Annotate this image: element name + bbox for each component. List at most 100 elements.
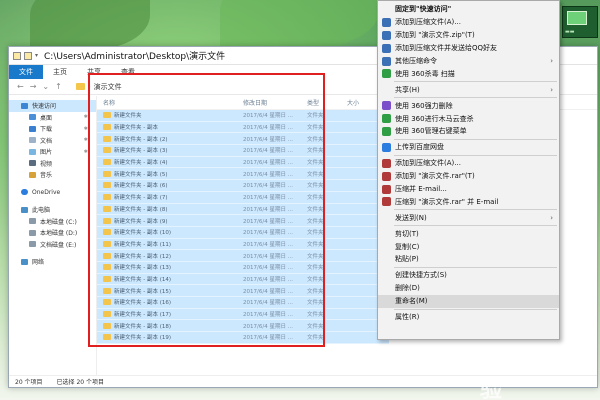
- menu-separator: [394, 138, 557, 140]
- column-header-name[interactable]: 名称: [97, 98, 237, 107]
- menu-item[interactable]: 添加到压缩文件(A)...: [378, 157, 559, 170]
- tab-file[interactable]: 文件: [9, 65, 43, 79]
- file-type: 文件夹: [307, 230, 324, 237]
- sidebar-item-this-pc[interactable]: 此电脑: [9, 204, 96, 216]
- menu-item[interactable]: 复制(C): [378, 240, 559, 253]
- archive-icon: [382, 184, 391, 194]
- table-row[interactable]: 新建文件夹 - 副本 (13) 2017/6/4 星期日 ... 文件夹: [97, 261, 389, 274]
- tab-view[interactable]: 查看: [111, 65, 145, 79]
- forward-arrow-icon[interactable]: →: [30, 82, 37, 91]
- leaf-shape: [30, 0, 150, 50]
- menu-item[interactable]: 剪切(T): [378, 227, 559, 240]
- file-type: 文件夹: [307, 125, 324, 132]
- new-folder-icon[interactable]: [24, 51, 32, 60]
- address-bar[interactable]: › 演示文件: [75, 82, 122, 92]
- menu-item[interactable]: 添加到压缩文件并发送给QQ好友: [378, 42, 559, 55]
- file-name-cell: 新建文件夹: [97, 111, 237, 119]
- menu-item-label: 上传到百度网盘: [395, 143, 444, 152]
- column-header-date[interactable]: 修改日期: [237, 98, 301, 107]
- menu-item[interactable]: 使用 360强力删除: [378, 99, 559, 112]
- table-row[interactable]: 新建文件夹 - 副本 (12) 2017/6/4 星期日 ... 文件夹: [97, 250, 389, 262]
- table-row[interactable]: 新建文件夹 - 副本 (4) 2017/6/4 星期日 ... 文件夹: [97, 156, 389, 169]
- menu-item[interactable]: 使用 360杀毒 扫描: [378, 67, 559, 80]
- chevron-down-icon[interactable]: ▾: [35, 52, 38, 60]
- sidebar-item-desktop[interactable]: 桌面 ✱: [9, 112, 96, 124]
- table-row[interactable]: 新建文件夹 - 副本 (15) 2017/6/4 星期日 ... 文件夹: [97, 285, 389, 297]
- menu-item-label: 压缩到 "演示文件.rar" 并 E-mail: [395, 197, 499, 206]
- table-row[interactable]: 新建文件夹 - 副本 (11) 2017/6/4 星期日 ... 文件夹: [97, 238, 389, 251]
- table-row[interactable]: 新建文件夹 - 副本 (3) 2017/6/4 星期日 ... 文件夹: [97, 145, 389, 157]
- table-row[interactable]: 新建文件夹 - 副本 2017/6/4 星期日 ... 文件夹: [97, 121, 389, 134]
- up-arrow-icon[interactable]: ↑: [55, 82, 62, 91]
- menu-item[interactable]: 使用 360管理右键菜单: [378, 125, 559, 138]
- folder-icon: [103, 252, 111, 259]
- tab-share[interactable]: 共享: [77, 65, 111, 79]
- menu-item[interactable]: 使用 360进行木马云查杀: [378, 112, 559, 125]
- menu-item-label: 共享(H): [395, 85, 420, 94]
- menu-item[interactable]: 添加到压缩文件(A)...: [378, 16, 559, 29]
- column-header-type[interactable]: 类型: [301, 98, 341, 107]
- menu-item[interactable]: 共享(H) ›: [378, 83, 559, 96]
- menu-item-label: 其他压缩命令: [395, 57, 437, 65]
- table-row[interactable]: 新建文件夹 - 副本 (5) 2017/6/4 星期日 ... 文件夹: [97, 168, 389, 181]
- desktop-widget[interactable]: ▬▬: [562, 6, 598, 38]
- sidebar-item-onedrive[interactable]: OneDrive: [9, 187, 96, 199]
- folder-icon: [103, 287, 111, 294]
- sidebar-item-drive-e[interactable]: 文档磁盘 (E:): [9, 239, 96, 251]
- sidebar-item-label: 图片: [40, 149, 53, 157]
- context-menu: 固定到"快速访问" 添加到压缩文件(A)... 添加到 "演示文件.zip"(T) 添…: [377, 0, 560, 340]
- table-row[interactable]: 新建文件夹 - 副本 (7) 2017/6/4 星期日 ... 文件夹: [97, 191, 389, 204]
- column-header-size[interactable]: 大小: [341, 98, 381, 107]
- table-row[interactable]: 新建文件夹 2017/6/4 星期日 ... 文件夹: [97, 110, 389, 122]
- menu-item-label: 固定到"快速访问": [395, 5, 452, 14]
- menu-item[interactable]: 添加到 "演示文件.rar"(T): [378, 170, 559, 183]
- menu-separator: [394, 97, 557, 99]
- menu-item[interactable]: 压缩并 E-mail...: [378, 183, 559, 196]
- menu-item[interactable]: 发送到(N) ›: [378, 211, 559, 224]
- sidebar-item-quick-access[interactable]: 快速访问: [9, 100, 96, 112]
- table-row[interactable]: 新建文件夹 - 副本 (16) 2017/6/4 星期日 ... 文件夹: [97, 297, 389, 309]
- table-row[interactable]: 新建文件夹 - 副本 (9) 2017/6/4 星期日 ... 文件夹: [97, 215, 389, 227]
- menu-item[interactable]: 创建快捷方式(S): [378, 269, 559, 282]
- table-row[interactable]: 新建文件夹 - 副本 (17) 2017/6/4 星期日 ... 文件夹: [97, 308, 389, 321]
- menu-item[interactable]: 上传到百度网盘: [378, 141, 559, 154]
- properties-icon[interactable]: [13, 51, 21, 60]
- sidebar-item-drive-d[interactable]: 本地磁盘 (D:): [9, 227, 96, 239]
- table-row[interactable]: 新建文件夹 - 副本 (18) 2017/6/4 星期日 ... 文件夹: [97, 320, 389, 333]
- back-arrow-icon[interactable]: ←: [17, 82, 24, 91]
- menu-item[interactable]: 属性(R): [378, 311, 559, 324]
- table-row[interactable]: 新建文件夹 - 副本 (8) 2017/6/4 星期日 ... 文件夹: [97, 203, 389, 216]
- folder-icon: [103, 170, 111, 177]
- file-date: 2017/6/4 星期日 ...: [243, 335, 293, 342]
- table-row[interactable]: 新建文件夹 - 副本 (10) 2017/6/4 星期日 ... 文件夹: [97, 226, 389, 239]
- star-icon: [21, 102, 28, 109]
- chevron-down-icon[interactable]: ⌄: [42, 82, 49, 91]
- menu-item[interactable]: 固定到"快速访问": [378, 3, 559, 16]
- menu-item[interactable]: 删除(D): [378, 282, 559, 295]
- sidebar-item-documents[interactable]: 文档 ✱: [9, 135, 96, 147]
- tab-home[interactable]: 主页: [43, 65, 77, 79]
- menu-item[interactable]: 压缩到 "演示文件.rar" 并 E-mail: [378, 195, 559, 208]
- sidebar-item-drive-c[interactable]: 本地磁盘 (C:): [9, 216, 96, 228]
- menu-item[interactable]: 重命名(M): [378, 294, 559, 308]
- sidebar-item-label: 文档磁盘 (E:): [40, 241, 77, 249]
- archive-icon: [382, 197, 391, 207]
- file-date: 2017/6/4 星期日 ...: [243, 136, 293, 143]
- table-row[interactable]: 新建文件夹 - 副本 (14) 2017/6/4 星期日 ... 文件夹: [97, 273, 389, 286]
- shield-icon: [382, 126, 391, 136]
- table-row[interactable]: 新建文件夹 - 副本 (2) 2017/6/4 星期日 ... 文件夹: [97, 133, 389, 146]
- table-row[interactable]: 新建文件夹 - 副本 (19) 2017/6/4 星期日 ... 文件夹: [97, 332, 389, 344]
- sidebar-item-music[interactable]: 音乐: [9, 169, 96, 181]
- sidebar-item-videos[interactable]: 视频: [9, 158, 96, 170]
- table-row[interactable]: 新建文件夹 - 副本 (6) 2017/6/4 星期日 ... 文件夹: [97, 180, 389, 192]
- menu-item[interactable]: 其他压缩命令 ›: [378, 55, 559, 68]
- sidebar-item-downloads[interactable]: 下载 ✱: [9, 123, 96, 135]
- menu-item[interactable]: 粘贴(P): [378, 253, 559, 266]
- sidebar-item-pictures[interactable]: 图片 ✱: [9, 146, 96, 158]
- breadcrumb[interactable]: 演示文件: [94, 82, 122, 92]
- sidebar-item-network[interactable]: 网络: [9, 256, 96, 268]
- menu-item-label: 添加到压缩文件并发送给QQ好友: [395, 44, 498, 53]
- file-date: 2017/6/4 星期日 ...: [243, 171, 293, 178]
- file-date: 2017/6/4 星期日 ...: [243, 323, 293, 330]
- menu-item[interactable]: 添加到 "演示文件.zip"(T): [378, 29, 559, 42]
